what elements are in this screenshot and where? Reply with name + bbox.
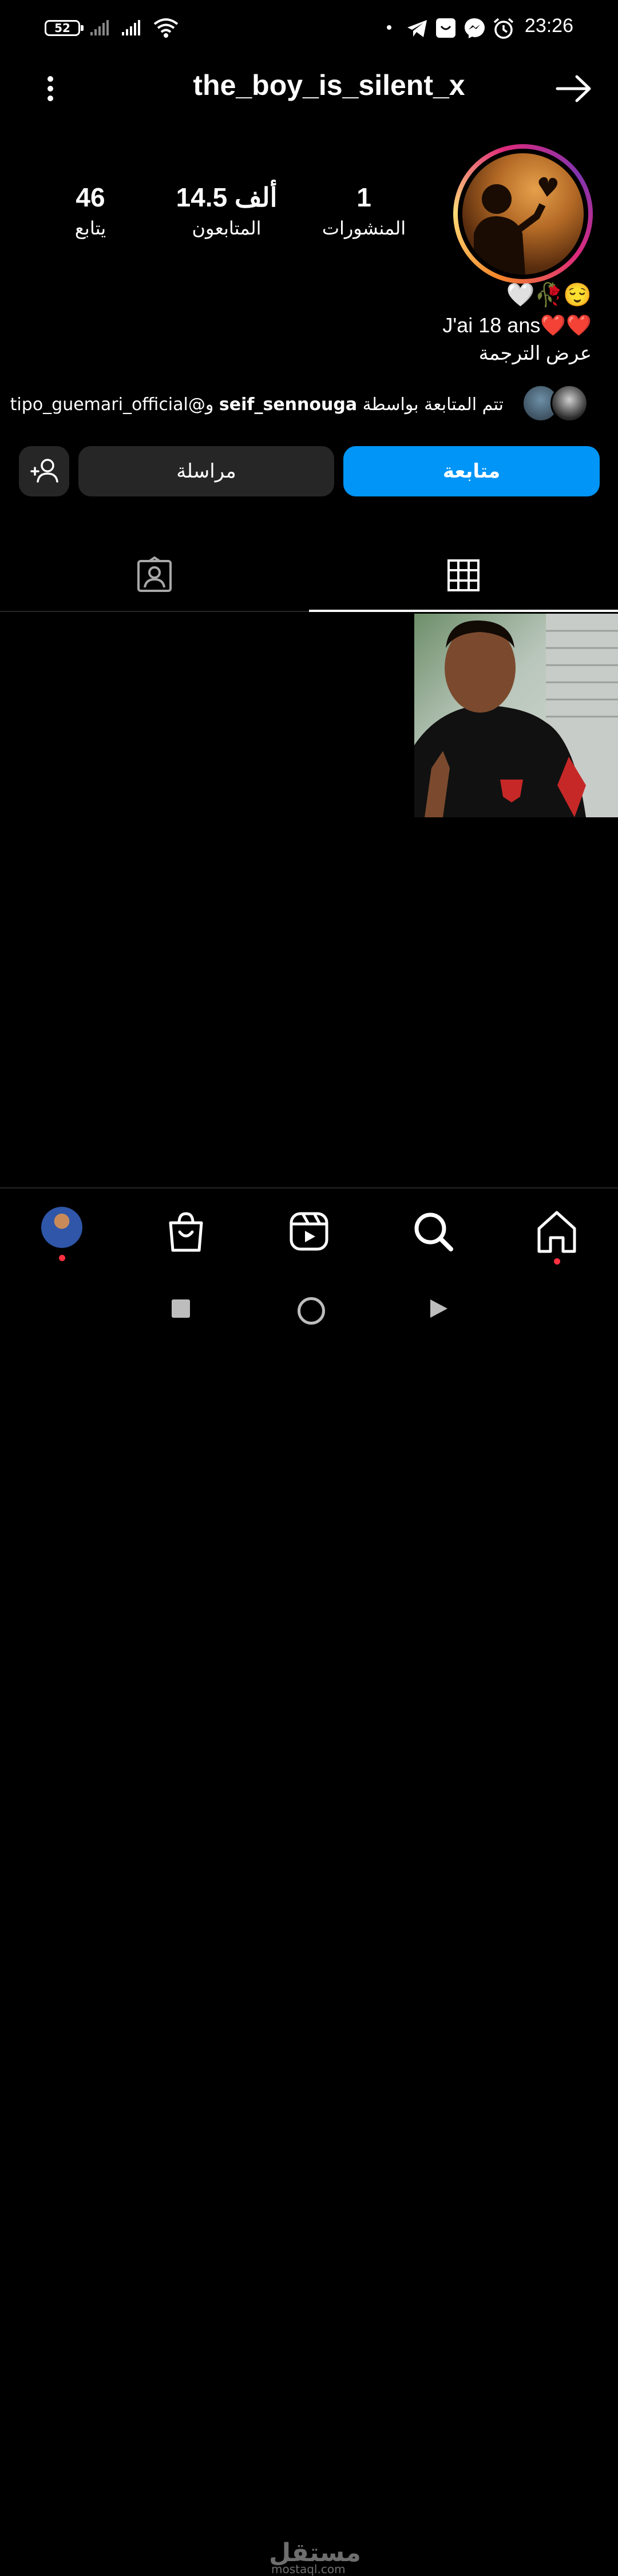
- post-thumbnail[interactable]: [414, 614, 618, 817]
- profile-notification-dot: [59, 1255, 65, 1261]
- battery-indicator: 52: [45, 20, 84, 36]
- bio-emojis: 🤍🥀😌: [506, 283, 592, 308]
- profile-tabs: [0, 543, 618, 612]
- nav-profile-avatar: [41, 1207, 82, 1248]
- mutual-follower-avatar-2[interactable]: [550, 384, 588, 422]
- arrow-right-icon[interactable]: [555, 74, 593, 103]
- tab-posts-grid[interactable]: [309, 543, 618, 612]
- notification-dot-icon: [387, 25, 391, 30]
- username-title: the_boy_is_silent_x: [193, 69, 465, 101]
- tagged-person-icon: [137, 556, 172, 592]
- bio-text: J'ai 18 ans❤️❤️: [442, 313, 592, 337]
- stat-posts-label: المنشورات: [322, 217, 406, 239]
- add-person-icon: [30, 459, 58, 483]
- followed-by-user1: seif_sennouga: [219, 395, 358, 415]
- profile-avatar: [462, 153, 584, 275]
- nav-shop[interactable]: [160, 1206, 212, 1257]
- followed-by-text[interactable]: تتم المتابعة بواسطة seif_sennouga و@tipo…: [10, 395, 504, 415]
- profile-avatar-story-ring[interactable]: [453, 144, 593, 284]
- shopping-bag-icon: [169, 1212, 203, 1252]
- avatar-silhouette-image: [474, 177, 558, 275]
- stat-followers[interactable]: 14.5 ألف المتابعون: [164, 182, 290, 239]
- status-time: 23:26: [524, 15, 573, 37]
- signal-icons: [90, 20, 140, 35]
- tab-tagged[interactable]: [0, 543, 309, 611]
- message-button[interactable]: مراسلة: [78, 446, 334, 496]
- wifi-icon: [153, 18, 179, 38]
- followed-by-joiner: و@: [188, 395, 214, 415]
- stat-followers-value: 14.5 ألف: [176, 182, 278, 212]
- telegram-icon: [407, 20, 427, 37]
- nav-reels[interactable]: [283, 1206, 335, 1257]
- stat-posts-value: 1: [356, 182, 371, 212]
- recent-apps-icon[interactable]: [172, 1299, 190, 1318]
- grid-icon: [447, 559, 480, 591]
- nav-profile[interactable]: [39, 1206, 90, 1261]
- home-circle-icon[interactable]: [298, 1297, 325, 1325]
- bag-notification-icon: [436, 18, 455, 38]
- stat-following-value: 46: [76, 182, 105, 212]
- bottom-navigation: [0, 1187, 618, 1265]
- home-icon: [537, 1211, 576, 1253]
- stat-following-label: يتابع: [74, 217, 106, 239]
- back-triangle-icon[interactable]: [428, 1298, 449, 1319]
- search-icon: [414, 1213, 453, 1251]
- stat-followers-label: المتابعون: [192, 217, 262, 239]
- messenger-icon: [465, 18, 485, 38]
- stat-following[interactable]: 46 يتابع: [27, 182, 153, 239]
- nav-search[interactable]: [407, 1206, 459, 1257]
- system-navigation-bar: مستقل mostaql.com: [0, 1264, 618, 2576]
- stat-posts[interactable]: 1 المنشورات: [301, 182, 427, 239]
- see-translation-link[interactable]: عرض الترجمة: [479, 342, 592, 365]
- suggest-people-button[interactable]: [19, 446, 69, 496]
- nav-home[interactable]: [531, 1206, 583, 1265]
- follow-button[interactable]: متابعة: [343, 446, 600, 496]
- status-bar: 52 23:26: [0, 0, 618, 57]
- followed-by-user2: tipo_guemari_official: [10, 395, 188, 415]
- followed-by-prefix: تتم المتابعة بواسطة: [362, 395, 504, 415]
- alarm-icon: [493, 18, 514, 39]
- reels-icon: [290, 1212, 328, 1251]
- watermark-url: mostaql.com: [271, 2562, 346, 2576]
- post-photo-image: [414, 614, 618, 817]
